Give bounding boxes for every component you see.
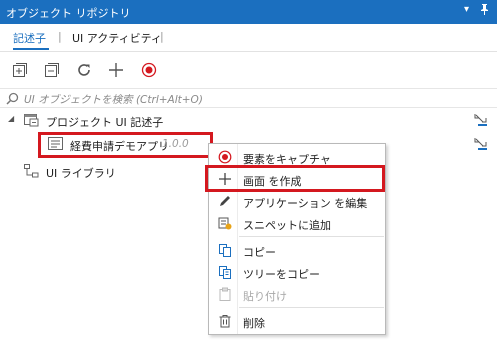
menu-item-edit-application[interactable]: アプリケーション を編集 (209, 191, 385, 211)
tab-ui-activities[interactable]: UI アクティビティ (72, 30, 162, 46)
tab-bar: 記述子 | UI アクティビティ | (0, 24, 497, 52)
active-tab-indicator (13, 48, 49, 50)
menu-separator (239, 236, 384, 237)
delete-icon (217, 314, 233, 328)
menu-item-label: 削除 (243, 317, 265, 330)
pencil-icon (217, 194, 233, 208)
tree-item-library[interactable]: UI ライブラリ (0, 161, 200, 181)
record-icon[interactable] (139, 60, 159, 80)
tree-item-label: プロジェクト UI 記述子 (46, 116, 164, 129)
panel-title-bar: オブジェクト リポジトリ ▾ (0, 0, 497, 24)
create-screen-shortcut-icon[interactable] (474, 113, 488, 130)
tab-divider: | (160, 30, 164, 43)
add-icon[interactable] (106, 60, 126, 80)
expand-arrow-icon[interactable]: ◢ (8, 114, 14, 123)
menu-item-label: 貼り付け (243, 290, 287, 303)
menu-item-add-to-snippets[interactable]: スニペットに追加 (209, 213, 385, 233)
panel-title: オブジェクト リポジトリ (6, 7, 131, 20)
copy-icon (217, 243, 233, 257)
refresh-icon[interactable] (74, 60, 94, 80)
menu-item-label: スニペットに追加 (243, 219, 331, 232)
menu-item-label: アプリケーション を編集 (243, 197, 368, 210)
collapse-all-icon[interactable] (42, 60, 62, 80)
library-icon (24, 164, 39, 181)
create-screen-shortcut-icon[interactable] (474, 137, 488, 154)
search-bar[interactable]: UI オブジェクトを検索 (Ctrl+Alt+O) (0, 88, 497, 108)
toolbar (0, 56, 497, 86)
snippet-icon (217, 216, 233, 230)
menu-item-label: コピー (243, 246, 276, 259)
record-icon (217, 150, 233, 164)
paste-icon (217, 287, 233, 301)
menu-item-copy[interactable]: コピー (209, 240, 385, 260)
pin-icon[interactable] (480, 4, 489, 18)
tree-item-project[interactable]: ◢ プロジェクト UI 記述子 (0, 110, 497, 130)
highlight-box-app (38, 132, 213, 158)
expand-all-icon[interactable] (10, 60, 30, 80)
menu-item-delete[interactable]: 削除 (209, 311, 385, 331)
highlight-box-create-screen (205, 165, 385, 192)
tab-descriptors[interactable]: 記述子 (13, 30, 46, 46)
tab-divider: | (58, 30, 62, 43)
menu-item-paste[interactable]: 貼り付け (209, 284, 385, 304)
project-icon (24, 113, 39, 130)
menu-item-capture-elements[interactable]: 要素をキャプチャ (209, 147, 385, 167)
menu-separator (239, 307, 384, 308)
dropdown-icon[interactable]: ▾ (464, 4, 469, 15)
search-input[interactable]: UI オブジェクトを検索 (Ctrl+Alt+O) (24, 92, 203, 107)
tree-item-label: UI ライブラリ (46, 167, 116, 180)
search-icon (6, 92, 19, 108)
menu-item-copy-tree[interactable]: ツリーをコピー (209, 262, 385, 282)
menu-item-label: ツリーをコピー (243, 268, 320, 281)
copy-tree-icon (217, 265, 233, 279)
